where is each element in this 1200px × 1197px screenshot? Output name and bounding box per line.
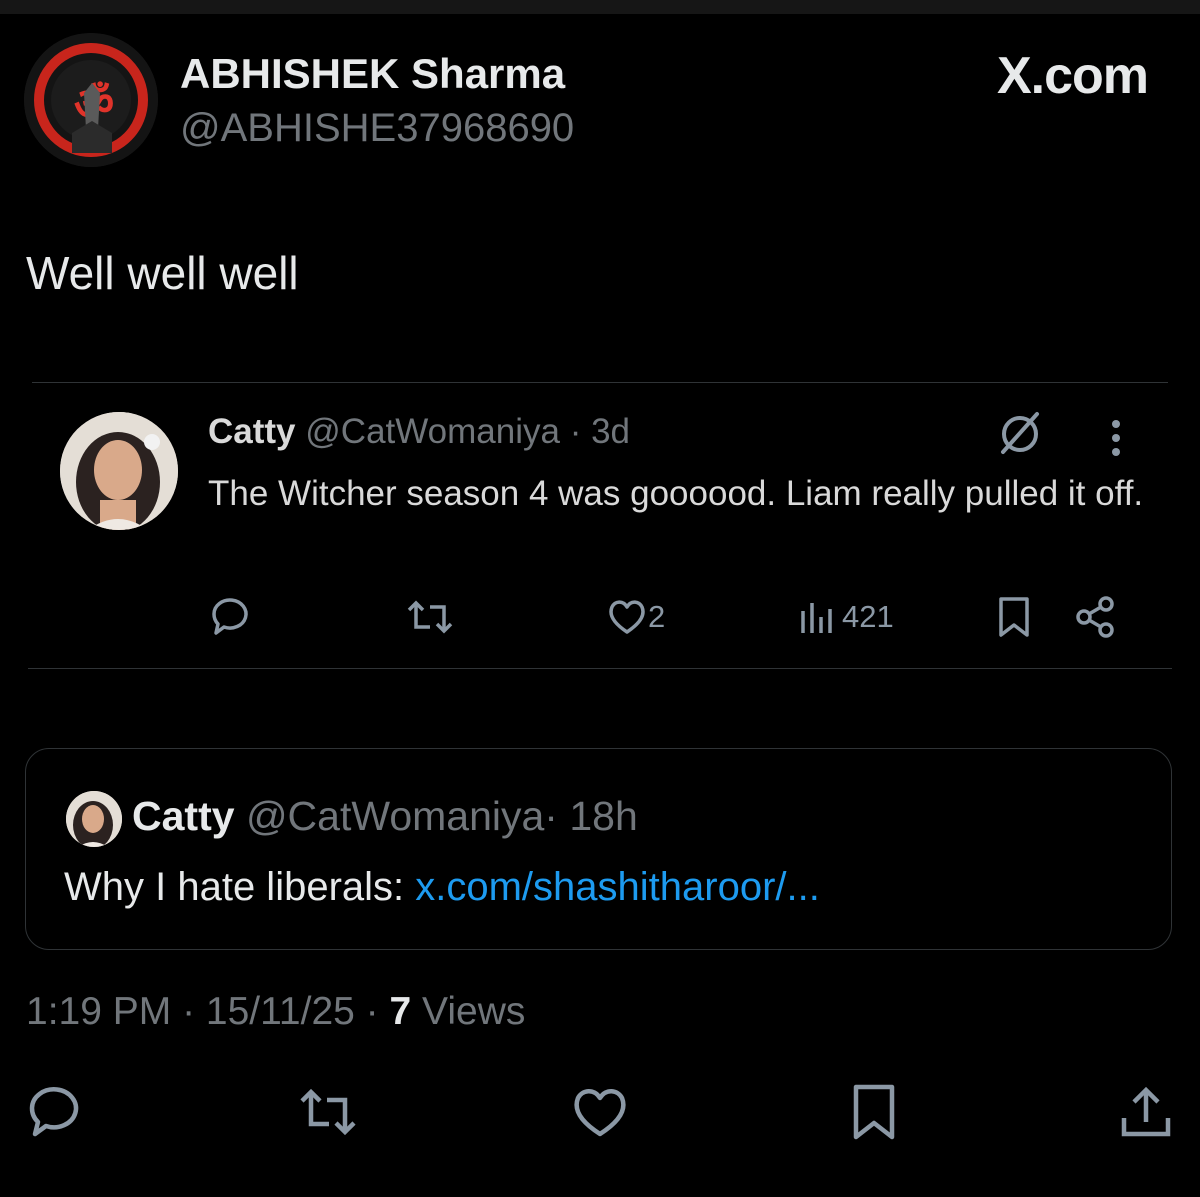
share-icon[interactable] [1116, 1082, 1176, 1142]
embedded-handle[interactable]: @CatWomaniya [305, 412, 560, 451]
tweet-views-label: Views [422, 990, 526, 1033]
embedded-retweet-button[interactable] [406, 594, 454, 640]
reply-icon [212, 598, 248, 635]
retweet-icon[interactable] [298, 1082, 358, 1142]
bookmark-icon[interactable] [844, 1082, 904, 1142]
top-bar [0, 0, 1200, 14]
views-icon [801, 603, 832, 633]
quoted-link[interactable]: x.com/shashitharoor/... [415, 865, 820, 909]
embedded-avatar[interactable] [60, 412, 178, 530]
quoted-handle[interactable]: @CatWomaniya [246, 793, 544, 839]
author-name[interactable]: ABHISHEK Sharma [180, 50, 565, 98]
quoted-avatar[interactable] [66, 791, 122, 847]
embedded-top-divider [32, 382, 1168, 383]
embedded-reply-button[interactable] [208, 594, 252, 640]
tweet-time[interactable]: 1:19 PM [26, 990, 171, 1033]
tweet-text: Well well well [26, 247, 299, 299]
quoted-tweet-card[interactable]: Catty @CatWomaniya· 18h Why I hate liber… [25, 748, 1172, 950]
embedded-time: · 3d [569, 412, 631, 451]
embedded-like-button[interactable]: 2 [606, 594, 665, 640]
embedded-view-count: 421 [842, 599, 894, 634]
embedded-share-button[interactable] [1074, 594, 1118, 640]
brand-logo: X.com [996, 47, 1149, 105]
embedded-views-button[interactable]: 421 [798, 594, 894, 640]
grok-icon[interactable] [995, 408, 1045, 458]
bookmark-icon [999, 597, 1029, 637]
retweet-icon [407, 600, 453, 634]
quoted-header: Catty @CatWomaniya· 18h [132, 793, 638, 840]
author-handle[interactable]: @ABHISHE37968690 [180, 106, 574, 151]
tweet-meta: 1:19 PM · 15/11/25 · 7 Views [26, 990, 525, 1034]
heart-icon[interactable] [570, 1082, 630, 1142]
embedded-name[interactable]: Catty [208, 412, 296, 451]
embedded-bottom-divider [28, 668, 1172, 669]
embedded-text: The Witcher season 4 was goooood. Liam r… [208, 474, 1144, 513]
quoted-name[interactable]: Catty [132, 793, 235, 839]
author-avatar[interactable]: ॐ [24, 33, 158, 167]
embedded-bookmark-button[interactable] [996, 594, 1032, 640]
share-icon [1076, 596, 1114, 638]
embedded-like-count: 2 [648, 599, 666, 634]
quoted-text-body: Why I hate liberals: [64, 865, 416, 909]
tweet-view-count: 7 [389, 990, 412, 1033]
quoted-time: · 18h [544, 793, 638, 839]
embedded-header: Catty @CatWomaniya · 3d [208, 412, 630, 452]
reply-icon[interactable] [24, 1082, 84, 1142]
quoted-text: Why I hate liberals: x.com/shashitharoor… [64, 865, 820, 910]
more-icon[interactable] [1104, 416, 1128, 460]
tweet-date: · 15/11/25 · [182, 990, 379, 1033]
heart-icon [609, 600, 645, 634]
